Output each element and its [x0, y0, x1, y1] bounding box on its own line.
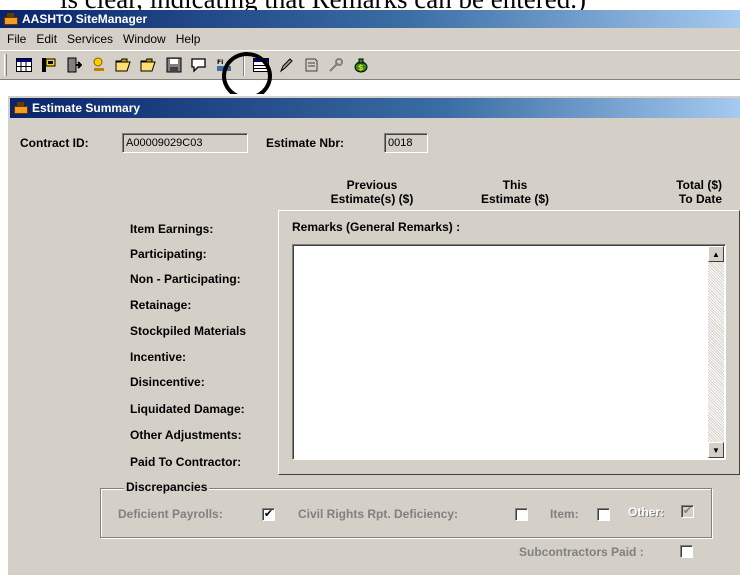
row-label-incentive: Incentive: — [130, 350, 187, 364]
this-estimate-header: This Estimate ($) — [480, 178, 550, 206]
estimate-nbr-field[interactable]: 0018 — [384, 133, 428, 153]
remarks-label: Remarks (General Remarks) : — [292, 220, 461, 234]
save-icon[interactable] — [163, 54, 185, 76]
tools-icon[interactable] — [325, 54, 347, 76]
menu-file[interactable]: File — [2, 29, 31, 49]
remarks-textarea[interactable]: ▲ ▼ — [292, 244, 726, 460]
estimate-nbr-label: Estimate Nbr: — [266, 136, 345, 150]
toolbar: FI $ — [0, 50, 740, 80]
previous-estimate-header: Previous Estimate(s) ($) — [330, 178, 414, 206]
scroll-down-button[interactable]: ▼ — [708, 442, 724, 458]
flag-icon[interactable] — [38, 54, 60, 76]
row-label-other-adjustments: Other Adjustments: — [130, 428, 242, 442]
row-label-item-earnings: Item Earnings: — [130, 222, 214, 236]
item-label: Item: — [550, 507, 579, 521]
row-label-stockpiled-materials: Stockpiled Materials — [130, 324, 247, 338]
deficient-payrolls-checkbox[interactable]: ✔ — [262, 508, 275, 521]
app-title-bar: AASHTO SiteManager — [0, 10, 740, 28]
row-label-retainage: Retainage: — [130, 298, 192, 312]
row-label-non-participating: Non - Participating: — [130, 272, 241, 286]
app-title: AASHTO SiteManager — [22, 12, 148, 26]
window-title: Estimate Summary — [32, 101, 141, 115]
civil-rights-checkbox[interactable] — [515, 508, 528, 521]
remarks-icon[interactable] — [188, 54, 210, 76]
arrow-down-icon: ▼ — [712, 445, 720, 455]
discrepancies-title: Discrepancies — [124, 480, 210, 494]
wizard-icon[interactable] — [88, 54, 110, 76]
menu-edit[interactable]: Edit — [31, 29, 62, 49]
arrow-up-icon: ▲ — [712, 249, 720, 259]
row-label-paid-to-contractor: Paid To Contractor: — [130, 455, 242, 469]
svg-text:$: $ — [358, 63, 364, 72]
other-checkbox[interactable]: ✔ — [681, 505, 694, 518]
report-icon[interactable] — [300, 54, 322, 76]
app-icon — [4, 13, 18, 25]
folder-icon[interactable] — [138, 54, 160, 76]
civil-rights-label: Civil Rights Rpt. Deficiency: — [298, 507, 459, 521]
svg-text:FI: FI — [217, 59, 223, 66]
checkmark-icon: ✔ — [263, 508, 274, 520]
deficient-payrolls-label: Deficient Payrolls: — [118, 507, 223, 521]
menu-help[interactable]: Help — [171, 29, 206, 49]
grid-icon[interactable] — [13, 54, 35, 76]
other-label: Other: — [628, 505, 664, 519]
exit-icon[interactable] — [63, 54, 85, 76]
subcontractors-paid-checkbox[interactable] — [680, 545, 693, 558]
item-checkbox[interactable] — [597, 508, 610, 521]
window-icon — [14, 102, 28, 114]
contract-id-label: Contract ID: — [20, 136, 89, 150]
scroll-up-button[interactable]: ▲ — [708, 246, 724, 262]
pen-icon[interactable] — [275, 54, 297, 76]
subcontractors-paid-label: Subcontractors Paid : — [519, 545, 644, 559]
menu-bar: File Edit Services Window Help — [0, 28, 740, 50]
total-to-date-header: Total ($) To Date — [676, 178, 722, 206]
remarks-scrollbar[interactable]: ▲ ▼ — [708, 246, 724, 458]
row-label-liquidated-damage: Liquidated Damage: — [130, 402, 245, 416]
toolbar-grip[interactable] — [4, 54, 7, 76]
checkmark-icon: ✔ — [682, 505, 693, 517]
highlight-circle — [222, 52, 272, 100]
window-title-bar: Estimate Summary — [10, 98, 740, 118]
menu-window[interactable]: Window — [118, 29, 171, 49]
row-label-disincentive: Disincentive: — [130, 375, 205, 389]
menu-services[interactable]: Services — [62, 29, 118, 49]
contract-id-field[interactable]: A00009029C03 — [122, 133, 248, 153]
money-bag-icon[interactable]: $ — [350, 54, 372, 76]
row-label-participating: Participating: — [130, 247, 207, 261]
open-folder-icon[interactable] — [113, 54, 135, 76]
